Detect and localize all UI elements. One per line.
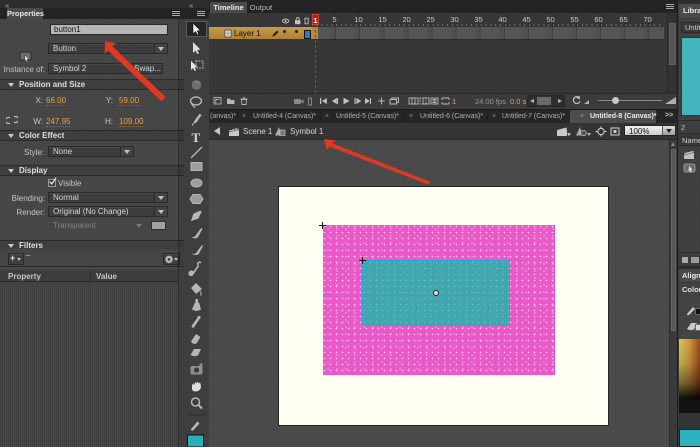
svg-text:T: T: [192, 130, 201, 145]
